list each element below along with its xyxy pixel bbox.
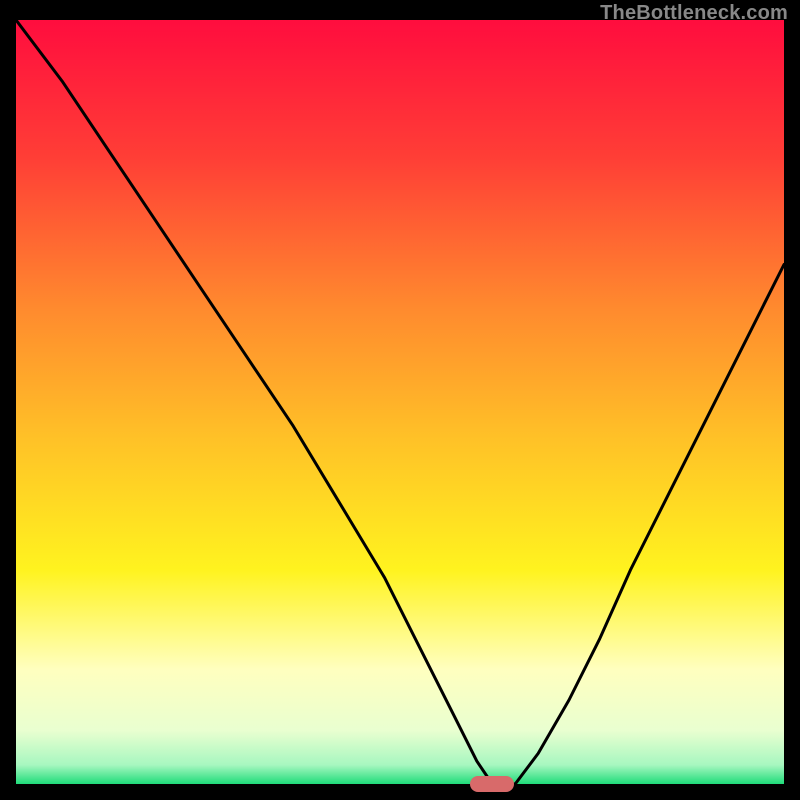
watermark-text: TheBottleneck.com xyxy=(600,2,788,25)
chart-frame: TheBottleneck.com xyxy=(0,0,800,800)
gradient-background xyxy=(16,20,784,784)
plot-area xyxy=(16,20,784,784)
plot-svg xyxy=(16,20,784,784)
optimal-marker xyxy=(470,776,514,792)
